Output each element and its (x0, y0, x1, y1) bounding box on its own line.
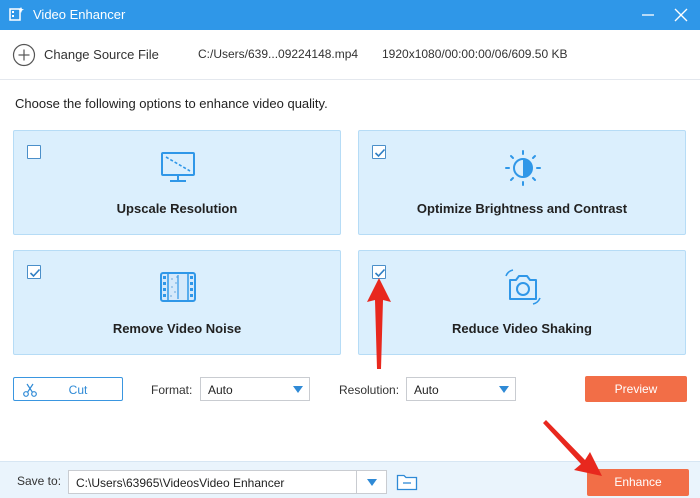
checkmark-icon (374, 148, 386, 158)
minimize-icon[interactable] (637, 4, 659, 26)
format-value: Auto (208, 383, 233, 397)
option-card-upscale-resolution[interactable]: Upscale Resolution (13, 130, 341, 235)
resolution-value: Auto (414, 383, 439, 397)
option-label: Remove Video Noise (112, 321, 242, 336)
save-to-label: Save to: (17, 474, 62, 488)
app-icon (9, 7, 24, 21)
option-label: Reduce Video Shaking (452, 321, 592, 336)
upscale-resolution-checkbox[interactable] (27, 145, 41, 159)
save-path-select[interactable]: C:\Users\63965\VideosVideo Enhancer (68, 470, 387, 494)
annotation-arrow-diagonal-icon (543, 420, 602, 476)
remove-noise-checkbox[interactable] (27, 265, 41, 279)
option-card-remove-noise[interactable]: Remove Video Noise (13, 250, 341, 355)
source-file-meta: 1920x1080/00:00:00/06/609.50 KB (382, 47, 568, 61)
source-file-path: C:/Users/639...09224148.mp4 (198, 47, 359, 61)
resolution-select[interactable]: Auto (406, 377, 516, 401)
option-label: Upscale Resolution (116, 201, 238, 216)
option-label: Optimize Brightness and Contrast (416, 201, 628, 216)
checkmark-icon (29, 268, 41, 278)
option-card-reduce-shaking[interactable]: Reduce Video Shaking (358, 250, 686, 355)
preview-button[interactable]: Preview (585, 376, 687, 402)
format-select[interactable]: Auto (200, 377, 310, 401)
intro-text: Choose the following options to enhance … (15, 96, 328, 111)
chevron-down-icon (367, 479, 377, 486)
change-source-button[interactable]: Change Source File (44, 47, 159, 62)
source-bar: Change Source File C:/Users/639...092241… (0, 30, 700, 80)
film-noise-icon (160, 272, 196, 302)
option-card-brightness-contrast[interactable]: Optimize Brightness and Contrast (358, 130, 686, 235)
monitor-resolution-icon (161, 152, 195, 182)
brightness-contrast-checkbox[interactable] (372, 145, 386, 159)
brightness-icon (505, 150, 541, 186)
chevron-down-icon (499, 386, 509, 393)
add-file-icon[interactable] (12, 43, 36, 67)
folder-icon[interactable] (396, 473, 418, 491)
cut-button[interactable]: Cut (13, 377, 123, 401)
format-label: Format: (151, 383, 193, 397)
cut-label: Cut (68, 383, 88, 397)
close-icon[interactable] (670, 4, 692, 26)
window-title: Video Enhancer (33, 7, 126, 22)
title-bar: Video Enhancer (0, 0, 700, 30)
annotation-arrow-up-icon (367, 278, 391, 369)
save-path-value: C:\Users\63965\VideosVideo Enhancer (76, 476, 285, 490)
chevron-down-icon (293, 386, 303, 393)
camera-stabilize-icon (505, 269, 541, 305)
resolution-label: Resolution: (339, 383, 400, 397)
select-divider (356, 471, 357, 493)
